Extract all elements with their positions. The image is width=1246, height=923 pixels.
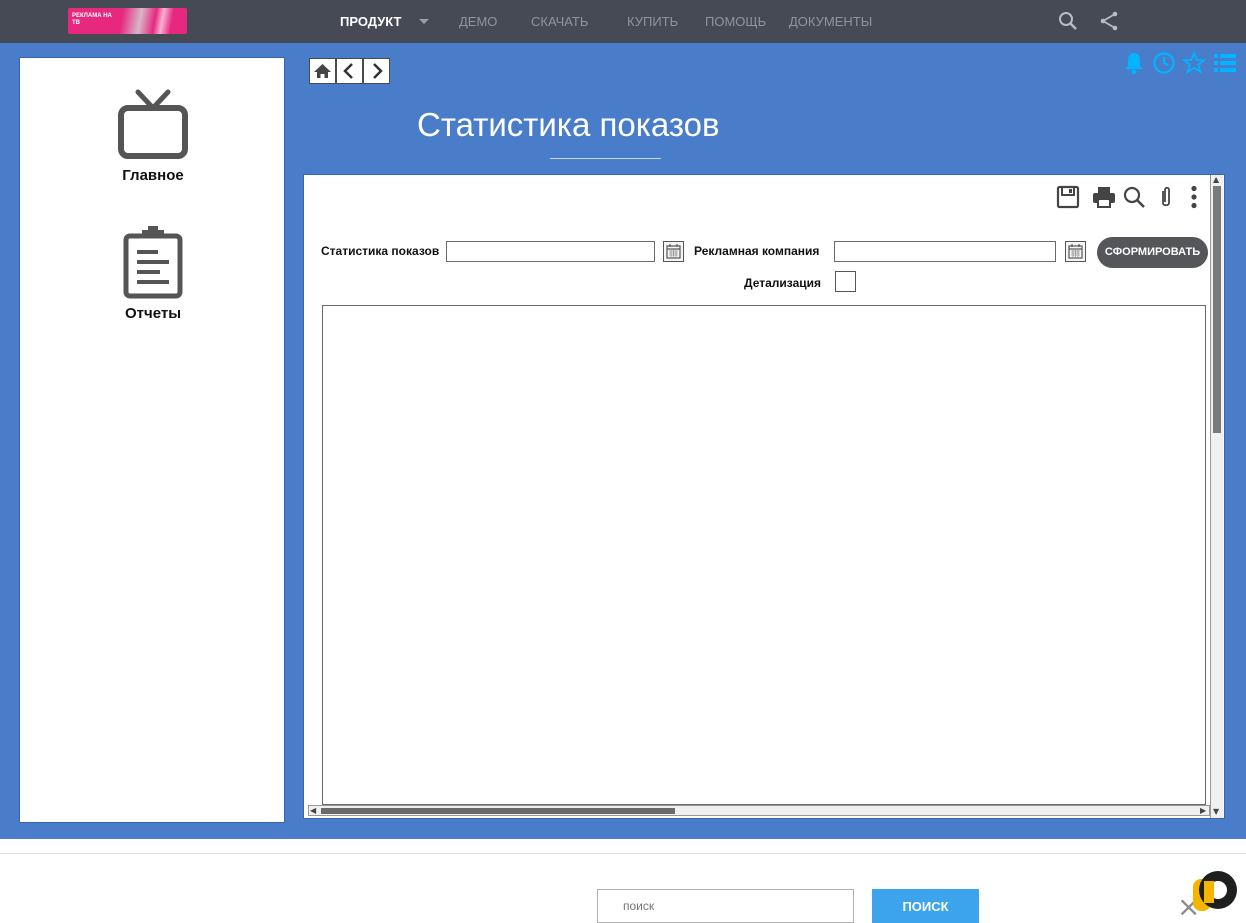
scroll-up-icon[interactable]: ▲ bbox=[1213, 175, 1219, 184]
campaign-input[interactable] bbox=[834, 241, 1056, 262]
top-navigation-bar: РЕКЛАМА НА ТВ ПРОДУКТ ДЕМО СКАЧАТЬ КУПИТ… bbox=[0, 0, 1246, 43]
magnifier-icon[interactable] bbox=[1122, 185, 1146, 209]
campaign-label: Рекламная компания bbox=[694, 244, 820, 258]
bell-icon[interactable] bbox=[1123, 51, 1145, 75]
title-underline bbox=[550, 158, 661, 159]
chevron-right-icon bbox=[373, 63, 383, 79]
nav-item-documents[interactable]: ДОКУМЕНТЫ bbox=[789, 0, 872, 43]
detail-label: Детализация bbox=[744, 276, 821, 290]
detail-checkbox[interactable] bbox=[835, 271, 856, 292]
scroll-left-icon[interactable]: ◀ bbox=[310, 806, 316, 815]
vertical-scroll-thumb[interactable] bbox=[1213, 186, 1221, 433]
nav-item-buy[interactable]: КУПИТЬ bbox=[627, 0, 678, 43]
paperclip-icon[interactable] bbox=[1154, 185, 1178, 209]
tv-icon bbox=[118, 89, 188, 159]
report-panel: Статистика показов Рекламная компания СФ… bbox=[303, 174, 1225, 819]
generate-button[interactable]: СФОРМИРОВАТЬ bbox=[1097, 237, 1208, 268]
sidebar-item-home-label: Главное bbox=[122, 167, 184, 184]
brand-logo[interactable]: РЕКЛАМА НА ТВ bbox=[68, 8, 187, 34]
nav-item-demo[interactable]: ДЕМО bbox=[459, 0, 497, 43]
sidebar-item-reports-label: Отчеты bbox=[124, 305, 182, 322]
more-vertical-icon[interactable] bbox=[1182, 185, 1206, 209]
search-icon[interactable] bbox=[1057, 10, 1079, 32]
calendar-icon bbox=[666, 244, 681, 259]
page-title: Статистика показов bbox=[417, 106, 720, 143]
home-icon bbox=[314, 64, 331, 78]
sidebar-item-home[interactable]: Главное bbox=[20, 88, 286, 184]
home-button[interactable] bbox=[309, 58, 336, 84]
nav-item-download[interactable]: СКАЧАТЬ bbox=[531, 0, 588, 43]
footer-search-button[interactable]: ПОИСК bbox=[872, 889, 979, 923]
assistant-logo-icon[interactable] bbox=[1190, 863, 1242, 918]
main-content-area: Главное Отчеты Статистика показов Статис… bbox=[0, 43, 1246, 839]
footer-search-input[interactable] bbox=[597, 889, 854, 923]
vertical-scrollbar[interactable]: ▲ ▼ bbox=[1210, 175, 1223, 818]
footer-divider bbox=[0, 853, 1246, 854]
stats-calendar-button[interactable] bbox=[663, 241, 684, 262]
report-output-area bbox=[322, 305, 1206, 805]
back-button[interactable] bbox=[336, 58, 363, 84]
sidebar: Главное Отчеты bbox=[19, 57, 285, 823]
nav-item-help[interactable]: ПОМОЩЬ bbox=[705, 0, 766, 43]
chevron-left-icon bbox=[343, 63, 353, 79]
forward-button[interactable] bbox=[363, 58, 390, 84]
stats-label: Статистика показов bbox=[321, 244, 440, 258]
sidebar-item-reports[interactable]: Отчеты bbox=[20, 224, 286, 322]
campaign-calendar-button[interactable] bbox=[1065, 241, 1086, 262]
brand-logo-text: РЕКЛАМА НА ТВ bbox=[72, 13, 112, 26]
chevron-down-icon[interactable] bbox=[419, 19, 429, 24]
clipboard-icon bbox=[123, 226, 183, 299]
star-icon[interactable] bbox=[1182, 51, 1206, 75]
scroll-down-icon[interactable]: ▼ bbox=[1213, 807, 1219, 816]
scroll-right-icon[interactable]: ▶ bbox=[1200, 806, 1206, 815]
print-icon[interactable] bbox=[1092, 185, 1116, 209]
list-icon[interactable] bbox=[1213, 51, 1237, 75]
stats-period-input[interactable] bbox=[446, 241, 655, 262]
horizontal-scroll-thumb[interactable] bbox=[321, 808, 675, 814]
share-icon[interactable] bbox=[1098, 10, 1120, 32]
calendar-icon bbox=[1068, 244, 1083, 259]
nav-item-product[interactable]: ПРОДУКТ bbox=[340, 0, 402, 43]
clock-icon[interactable] bbox=[1152, 51, 1176, 75]
horizontal-scrollbar[interactable]: ◀ ▶ bbox=[308, 805, 1210, 816]
save-icon[interactable] bbox=[1056, 185, 1080, 209]
